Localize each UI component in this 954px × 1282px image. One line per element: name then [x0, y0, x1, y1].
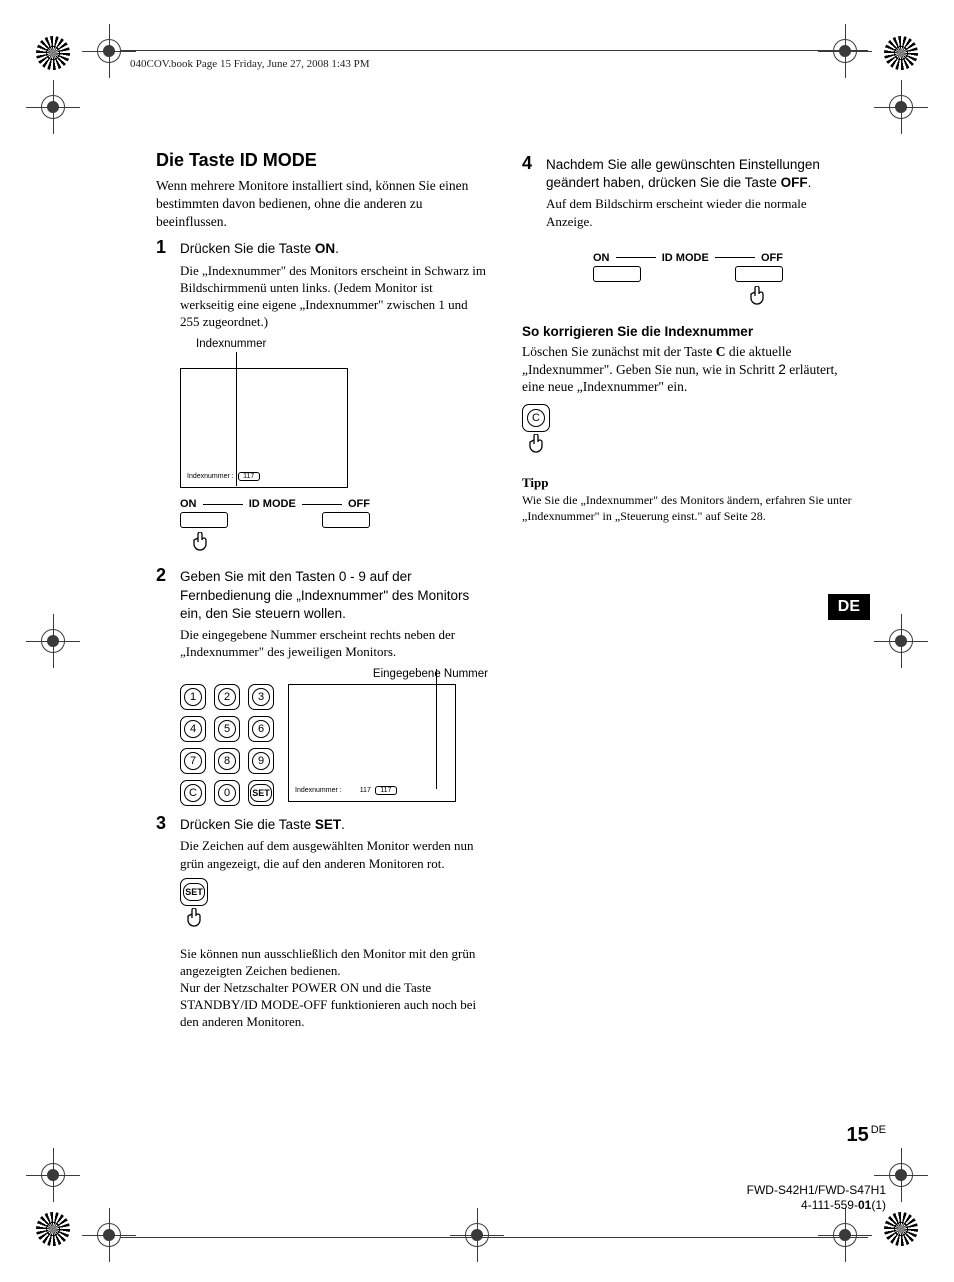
section-title: Die Taste ID MODE: [156, 150, 488, 171]
keypad-key-c: C: [180, 780, 206, 806]
footer-rule: [120, 1237, 868, 1238]
c-key-icon: C: [522, 404, 550, 432]
idmode-mid-label: ID MODE: [662, 252, 709, 264]
crop-target-icon: [36, 1158, 70, 1192]
caption-indexnummer: Indexnummer: [196, 338, 488, 350]
header-filename: 040COV.book Page 15 Friday, June 27, 200…: [130, 58, 370, 70]
crop-target-icon: [36, 90, 70, 124]
registration-mark-icon: [884, 36, 918, 70]
keypad-key: 4: [180, 716, 206, 742]
idmode-mid-label: ID MODE: [249, 498, 296, 510]
screen-entered-value: 117: [375, 786, 397, 795]
press-hand-icon: [190, 532, 214, 556]
keypad-key: 1: [180, 684, 206, 710]
step-number: 1: [156, 237, 166, 258]
intro-text: Wenn mehrere Monitore installiert sind, …: [156, 177, 488, 230]
crop-target-icon: [884, 90, 918, 124]
doc-number: 4-111-559-01(1): [747, 1198, 886, 1214]
tipp-body: Wie Sie die „Indexnummer" des Monitors ä…: [522, 493, 854, 524]
press-hand-icon: [747, 286, 771, 310]
step-body: Auf dem Bildschirm erscheint wieder die …: [546, 195, 854, 229]
keypad-key: 3: [248, 684, 274, 710]
keypad-key: 5: [214, 716, 240, 742]
step-lead: Geben Sie mit den Tasten 0 - 9 auf der F…: [180, 568, 488, 623]
monitor-screen-illustration: Indexnummer : 117 117: [288, 684, 456, 802]
registration-mark-icon: [36, 36, 70, 70]
keypad-key: 8: [214, 748, 240, 774]
registration-mark-icon: [884, 1212, 918, 1246]
remote-keypad-illustration: 1 2 3 4 5 6 7 8 9 C 0 SET: [180, 684, 274, 806]
idmode-bar-illustration: ON ID MODE OFF: [180, 498, 370, 556]
idmode-off-label: OFF: [761, 252, 783, 264]
idmode-bar-illustration: ON ID MODE OFF: [593, 252, 783, 310]
set-key-press-illustration: SET: [180, 878, 488, 937]
caption-eingegebene: Eingegebene Nummer: [326, 668, 488, 680]
step-body: Die eingegebene Nummer erscheint rechts …: [180, 626, 488, 660]
idmode-on-button-icon: [593, 266, 641, 282]
idmode-off-button-icon: [735, 266, 783, 282]
step-2: 2 Geben Sie mit den Tasten 0 - 9 auf der…: [156, 568, 488, 660]
keypad-key: 2: [214, 684, 240, 710]
step-1: 1 Drücken Sie die Taste ON. Die „Indexnu…: [156, 240, 488, 330]
screen-index-label: Indexnummer :: [187, 473, 234, 480]
step-lead: Drücken Sie die Taste ON.: [180, 240, 488, 258]
step-number: 3: [156, 813, 166, 834]
set-key-icon: SET: [180, 878, 208, 906]
page-number: 15: [846, 1124, 868, 1146]
c-key-press-illustration: C: [522, 404, 854, 463]
idmode-off-button-icon: [322, 512, 370, 528]
keypad-key-set: SET: [248, 780, 274, 806]
registration-mark-icon: [36, 1212, 70, 1246]
crop-target-icon: [92, 34, 126, 68]
crop-target-icon: [884, 1158, 918, 1192]
header-rule: [120, 50, 868, 51]
step-body: Die „Indexnummer" des Monitors erscheint…: [180, 262, 488, 331]
keypad-key: 9: [248, 748, 274, 774]
idmode-on-label: ON: [593, 252, 610, 264]
page-lang: DE: [871, 1124, 886, 1136]
screen-index-value: 117: [238, 472, 260, 481]
crop-target-icon: [884, 624, 918, 658]
language-tab: DE: [828, 594, 870, 620]
model-line: FWD-S42H1/FWD-S47H1: [747, 1183, 886, 1199]
crop-target-icon: [828, 34, 862, 68]
idmode-on-button-icon: [180, 512, 228, 528]
crop-target-icon: [36, 624, 70, 658]
screen-index-label: Indexnummer :: [295, 787, 342, 794]
crop-target-icon: [828, 1218, 862, 1252]
monitor-screen-illustration: Indexnummer : 117: [180, 368, 348, 488]
tipp-heading: Tipp: [522, 475, 854, 491]
sub-heading: So korrigieren Sie die Indexnummer: [522, 324, 854, 339]
keypad-key: 6: [248, 716, 274, 742]
step-lead: Nachdem Sie alle gewünschten Einstellung…: [546, 156, 854, 192]
page-footer: 15DE FWD-S42H1/FWD-S47H1 4-111-559-01(1): [747, 1124, 886, 1214]
step-number: 4: [522, 153, 532, 174]
crop-target-icon: [460, 1218, 494, 1252]
crop-target-icon: [92, 1218, 126, 1252]
step-4: 4 Nachdem Sie alle gewünschten Einstellu…: [522, 156, 854, 230]
keypad-key: 0: [214, 780, 240, 806]
step-lead: Drücken Sie die Taste SET.: [180, 816, 488, 834]
screen-index-value: 117: [360, 787, 371, 794]
step-body: Sie können nun ausschließlich den Monito…: [180, 945, 488, 1031]
sub-body: Löschen Sie zunächst mit der Taste C die…: [522, 343, 854, 396]
idmode-on-label: ON: [180, 498, 197, 510]
idmode-off-label: OFF: [348, 498, 370, 510]
step-number: 2: [156, 565, 166, 586]
step-body: Die Zeichen auf dem ausgewählten Monitor…: [180, 837, 488, 871]
keypad-key: 7: [180, 748, 206, 774]
step-3: 3 Drücken Sie die Taste SET. Die Zeichen…: [156, 816, 488, 1030]
